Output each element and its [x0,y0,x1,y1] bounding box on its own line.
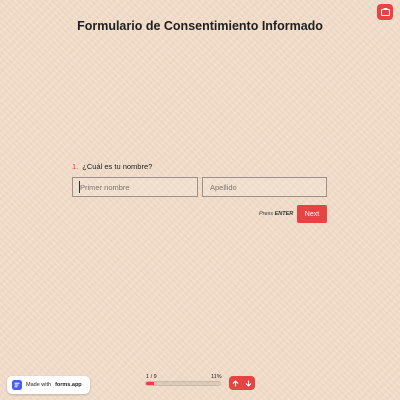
progress-percent: 11% [211,374,222,380]
question-number: 1. [72,162,79,171]
document-icon [380,8,390,16]
last-name-input[interactable] [202,177,327,197]
arrow-down-icon [245,379,252,387]
arrow-up-icon [232,379,239,387]
next-button[interactable]: Next [297,205,327,223]
text-caret [79,181,80,193]
forms-app-logo-icon [12,380,22,390]
question-text: ¿Cuál es tu nombre? [82,162,153,171]
previous-question-button[interactable] [229,376,242,390]
enter-key-label: ENTER [274,211,294,217]
form-title: Formulario de Consentimiento Informado [77,19,323,33]
made-with-label: Made with [26,382,52,388]
question-label: 1. ¿Cuál es tu nombre? [72,162,152,171]
progress-fill [146,382,155,385]
brand-name: forms.app [55,382,82,388]
first-name-input[interactable] [72,177,198,197]
next-question-button[interactable] [242,376,255,390]
document-action-button[interactable] [377,4,393,20]
press-enter-hint: Press ENTER [259,211,293,217]
progress-count: 1 / 9 [146,374,157,380]
question-navigation [229,376,255,390]
progress-bar [145,381,221,386]
made-with-forms-app-badge[interactable]: Made with forms.app [7,376,90,394]
press-label: Press [259,211,274,217]
